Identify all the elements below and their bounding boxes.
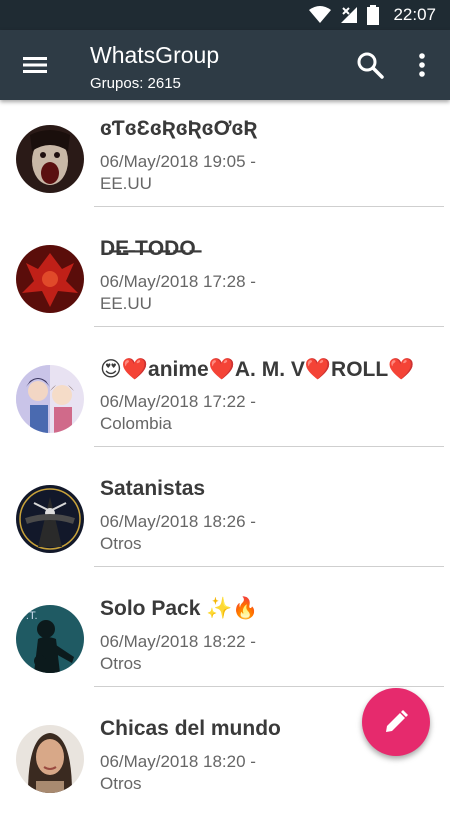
- compose-fab[interactable]: [362, 688, 430, 756]
- wifi-icon: [309, 6, 332, 23]
- group-avatar: [16, 725, 84, 793]
- battery-icon: [367, 5, 380, 25]
- group-name: Satanistas: [100, 477, 206, 500]
- group-row[interactable]: Satanistas 06/May/2018 18:26 - Otros: [0, 460, 450, 580]
- group-date: 06/May/2018 18:22 -: [100, 632, 256, 651]
- clock: 22:07: [393, 5, 436, 24]
- group-avatar: [16, 365, 84, 433]
- group-row[interactable]: ɞƬɞƐɞƦɞƦɞƠɞƦ 06/May/2018 19:05 - EE.UU: [0, 100, 450, 220]
- menu-icon: [23, 57, 47, 73]
- group-country: Otros: [100, 534, 142, 553]
- cellular-signal-icon: [341, 7, 358, 23]
- group-country: Colombia: [100, 414, 172, 433]
- svg-text:P.T.: P.T.: [20, 610, 38, 622]
- divider: [94, 446, 444, 447]
- app-bar: WhatsGroup Grupos: 2615: [0, 30, 450, 100]
- group-date: 06/May/2018 18:20 -: [100, 752, 256, 771]
- group-name: Solo Pack ✨🔥: [100, 597, 259, 620]
- group-date: 06/May/2018 19:05 -: [100, 152, 256, 171]
- status-bar: 22:07: [0, 0, 450, 30]
- menu-button[interactable]: [20, 52, 50, 78]
- group-date: 06/May/2018 17:22 -: [100, 392, 256, 411]
- group-avatar: [16, 485, 84, 553]
- pencil-icon: [386, 710, 408, 732]
- group-country: EE.UU: [100, 174, 152, 193]
- app-title: WhatsGroup: [90, 42, 220, 68]
- group-row[interactable]: 😍❤️anime❤️A. M. V❤️ROLL❤️ 06/May/2018 17…: [0, 340, 450, 460]
- search-icon: [357, 52, 384, 79]
- divider: [94, 326, 444, 327]
- group-name: ɞƬɞƐɞƦɞƦɞƠɞƦ: [100, 117, 258, 140]
- group-name: D̶E̶ ̶T̶O̶D̶O̶: [100, 237, 196, 260]
- group-date: 06/May/2018 18:26 -: [100, 512, 256, 531]
- more-options-button[interactable]: [410, 50, 434, 80]
- group-date: 06/May/2018 17:28 -: [100, 272, 256, 291]
- group-name: Chicas del mundo: [100, 717, 281, 740]
- group-avatar: [16, 125, 84, 193]
- search-button[interactable]: [355, 50, 385, 80]
- group-country: EE.UU: [100, 294, 152, 313]
- group-avatar: [16, 245, 84, 313]
- group-row[interactable]: P.T. Solo Pack ✨🔥 06/May/2018 18:22 - Ot…: [0, 580, 450, 700]
- group-country: Otros: [100, 774, 142, 793]
- divider: [94, 566, 444, 567]
- divider: [94, 686, 444, 687]
- group-name: 😍❤️anime❤️A. M. V❤️ROLL❤️: [100, 358, 415, 381]
- group-row[interactable]: D̶E̶ ̶T̶O̶D̶O̶ 06/May/2018 17:28 - EE.UU: [0, 220, 450, 340]
- more-vert-icon: [419, 53, 425, 77]
- group-count: Grupos: 2615: [90, 75, 181, 92]
- divider: [94, 206, 444, 207]
- group-country: Otros: [100, 654, 142, 673]
- group-avatar: P.T.: [16, 605, 84, 673]
